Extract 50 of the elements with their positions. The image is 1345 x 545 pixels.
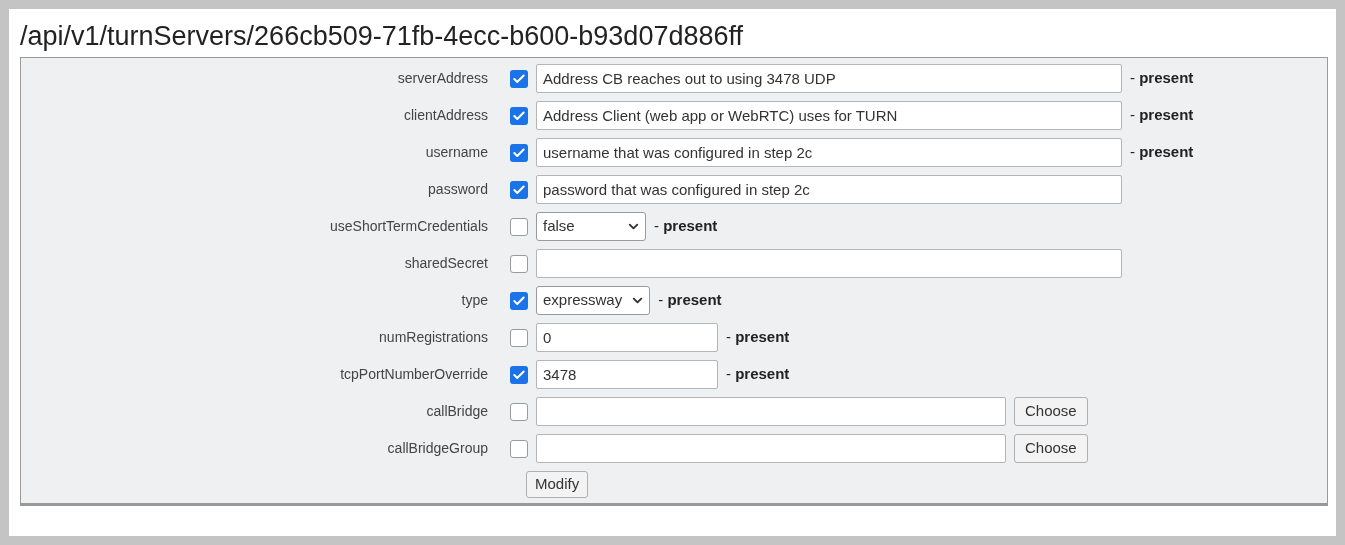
modify-button[interactable]: Modify: [526, 471, 589, 498]
dropdown[interactable]: expressway: [536, 286, 651, 315]
choose-button[interactable]: Choose: [1014, 434, 1088, 463]
status-text: - present: [1130, 68, 1194, 89]
checkbox[interactable]: [510, 402, 528, 421]
text-field[interactable]: username that was configured in step 2c: [536, 138, 1122, 167]
status-text: - present: [1130, 142, 1194, 163]
checkbox[interactable]: [510, 106, 528, 125]
text-field[interactable]: 0: [536, 323, 718, 352]
checkbox[interactable]: [510, 180, 528, 199]
field-label: password: [427, 180, 488, 199]
text-field[interactable]: [536, 397, 1006, 426]
status-text: - present: [1130, 105, 1194, 126]
text-field[interactable]: Address CB reaches out to using 3478 UDP: [536, 64, 1122, 93]
dropdown[interactable]: false: [536, 212, 646, 241]
text-field[interactable]: Address Client (web app or WebRTC) uses for TURN: [536, 101, 1122, 130]
field-label: type: [460, 291, 488, 310]
choose-button[interactable]: Choose: [1014, 397, 1088, 426]
checkbox[interactable]: [510, 291, 528, 310]
field-label: username: [424, 143, 488, 162]
field-label: numRegistrations: [378, 328, 488, 347]
checkbox[interactable]: [510, 254, 528, 273]
status-text: - present: [726, 327, 790, 348]
field-label: useShortTermCredentials: [329, 217, 488, 236]
status-text: - present: [654, 216, 718, 237]
checkbox[interactable]: [510, 328, 528, 347]
field-label: clientAddress: [402, 106, 488, 125]
check-icon: [512, 108, 526, 123]
text-field[interactable]: password that was configured in step 2c: [536, 175, 1122, 204]
status-text: - present: [658, 290, 722, 311]
check-icon: [512, 182, 526, 197]
field-label: callBridgeGroup: [386, 439, 488, 458]
field-label: sharedSecret: [403, 254, 488, 273]
checkbox[interactable]: [510, 365, 528, 384]
text-field[interactable]: [536, 249, 1122, 278]
text-field[interactable]: [536, 434, 1006, 463]
page-title: /api/v1/turnServers/266cb509-71fb-4ecc-b600-b93d07d886ff: [20, 20, 744, 53]
checkbox[interactable]: [510, 439, 528, 458]
field-label: serverAddress: [396, 69, 488, 88]
status-text: - present: [726, 364, 790, 385]
check-icon: [512, 293, 526, 308]
field-label: tcpPortNumberOverride: [339, 365, 488, 384]
check-icon: [512, 145, 526, 160]
field-label: callBridge: [425, 402, 488, 421]
checkbox[interactable]: [510, 69, 528, 88]
check-icon: [512, 71, 526, 86]
checkbox[interactable]: [510, 217, 528, 236]
text-field[interactable]: 3478: [536, 360, 718, 389]
check-icon: [512, 367, 526, 382]
checkbox[interactable]: [510, 143, 528, 162]
